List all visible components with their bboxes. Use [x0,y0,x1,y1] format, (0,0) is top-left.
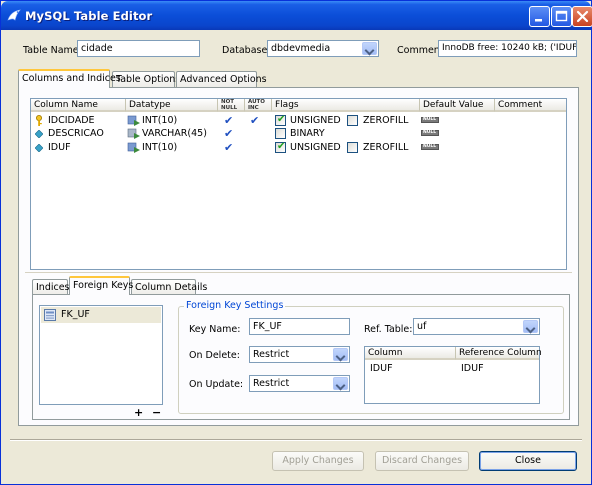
column-diamond-icon [35,130,43,138]
maximize-button[interactable] [551,6,572,27]
column-diamond-icon [35,144,43,152]
close-icon [576,10,589,23]
datatype-string-icon [127,128,140,139]
columns-grid[interactable]: Column Name Datatype NOT NULL AUTO INC F… [30,98,567,270]
chevron-down-icon[interactable] [333,377,348,390]
table-row[interactable]: DESCRICAO VARCHAR(45) ✔ BINARY NULL [31,127,566,140]
close-button[interactable]: Close [479,451,577,471]
mysql-dolphin-icon [6,8,22,24]
header-datatype[interactable]: Datatype [126,99,218,112]
title-bar[interactable]: MySQL Table Editor [1,1,592,30]
table-name-label: Table Name: [23,45,82,56]
window-title: MySQL Table Editor [25,9,153,23]
table-row[interactable]: IDCIDADE INT(10) ✔ ✔ ✔ UNSIGNED ZEROFILL… [31,114,566,127]
key-name-label: Key Name: [189,324,241,335]
tab-table-options[interactable]: Table Options [112,71,180,88]
primary-key-icon [36,115,42,126]
header-auto-inc[interactable]: AUTO INC [245,99,272,112]
foreign-key-settings-title: Foreign Key Settings [184,300,286,311]
table-editor-window: MySQL Table Editor Table Name: cidade Da… [0,0,592,485]
header-column-name[interactable]: Column Name [31,99,126,112]
key-name-input[interactable]: FK_UF [249,318,350,335]
flag-unsigned-label: UNSIGNED [290,115,341,126]
header-not-null[interactable]: NOT NULL [218,99,245,112]
comment-input[interactable]: InnoDB free: 10240 kB; ('IDUF') [438,40,577,57]
datatype-numeric-icon [127,115,140,126]
default-null-badge[interactable]: NULL [421,130,439,136]
ref-table-label: Ref. Table: [364,324,413,335]
column-name-cell[interactable]: IDCIDADE [48,114,95,127]
add-fk-button[interactable]: + [134,406,143,419]
header-ref-column[interactable]: Column [365,347,456,360]
header-reference-column[interactable]: Reference Column [456,347,542,360]
minimize-icon [535,19,542,22]
flag-zerofill-label: ZEROFILL [363,115,409,126]
unsigned-checkbox[interactable]: ✔ [275,114,286,126]
header-default-value[interactable]: Default Value [420,99,495,112]
ref-reference-cell[interactable]: IDUF [461,362,484,375]
unsigned-checkbox[interactable]: ✔ [275,141,286,153]
on-delete-select[interactable]: Restrict [249,346,350,363]
remove-fk-button[interactable]: − [152,406,161,419]
chevron-down-icon[interactable] [362,42,377,55]
maximize-icon [555,10,568,22]
not-null-check-icon[interactable]: ✔ [224,114,233,127]
table-row[interactable]: IDUF INT(10) ✔ ✔ UNSIGNED ZEROFILL NULL [31,141,566,154]
column-name-cell[interactable]: DESCRICAO [48,127,104,140]
auto-inc-check-icon[interactable]: ✔ [250,114,259,127]
default-null-badge[interactable]: NULL [421,117,439,123]
chevron-down-icon[interactable] [333,348,348,361]
binary-checkbox[interactable] [275,128,286,139]
ref-column-cell[interactable]: IDUF [370,362,393,375]
zerofill-checkbox[interactable] [347,115,358,126]
ref-table-select[interactable]: uf [413,318,540,335]
datatype-cell[interactable]: INT(10) [142,141,177,154]
header-comment[interactable]: Comment [495,99,566,112]
default-null-badge[interactable]: NULL [421,144,439,150]
tab-advanced-options[interactable]: Advanced Options [176,71,267,88]
database-select[interactable]: dbdevmedia [267,40,379,57]
flag-zerofill-label: ZEROFILL [363,142,409,153]
datatype-cell[interactable]: VARCHAR(45) [142,127,207,140]
on-delete-label: On Delete: [189,350,240,361]
foreign-key-icon [44,309,56,321]
tab-columns-and-indices[interactable]: Columns and Indices [18,69,121,88]
flag-binary-label: BINARY [290,128,325,139]
discard-changes-button[interactable]: Discard Changes [375,451,469,471]
on-update-select[interactable]: Restrict [249,375,350,392]
splitter[interactable] [25,272,572,275]
bottom-separator [10,439,582,441]
zerofill-checkbox[interactable] [347,142,358,153]
on-update-value: Restrict [253,378,290,389]
ref-table-value: uf [417,321,427,332]
on-delete-value: Restrict [253,349,290,360]
chevron-down-icon[interactable] [523,320,538,333]
tab-foreign-keys[interactable]: Foreign Keys [69,276,133,295]
apply-changes-button[interactable]: Apply Changes [272,451,364,471]
datatype-numeric-icon [127,142,140,153]
not-null-check-icon[interactable]: ✔ [224,127,233,140]
flag-unsigned-label: UNSIGNED [290,142,341,153]
table-row[interactable]: IDUF IDUF [365,362,539,375]
foreign-key-list[interactable]: FK_UF [39,305,163,405]
list-item[interactable]: FK_UF [41,307,161,323]
minimize-button[interactable] [529,6,550,27]
close-window-button[interactable] [572,6,592,27]
not-null-check-icon[interactable]: ✔ [224,141,233,154]
database-value: dbdevmedia [271,43,331,54]
column-name-cell[interactable]: IDUF [48,141,71,154]
database-label: Database: [222,45,271,56]
header-flags[interactable]: Flags [272,99,420,112]
reference-columns-grid[interactable]: Column Reference Column IDUF IDUF [364,346,542,404]
table-name-input[interactable]: cidade [77,40,200,57]
datatype-cell[interactable]: INT(10) [142,114,177,127]
on-update-label: On Update: [189,379,244,390]
fk-list-label: FK_UF [61,309,90,320]
